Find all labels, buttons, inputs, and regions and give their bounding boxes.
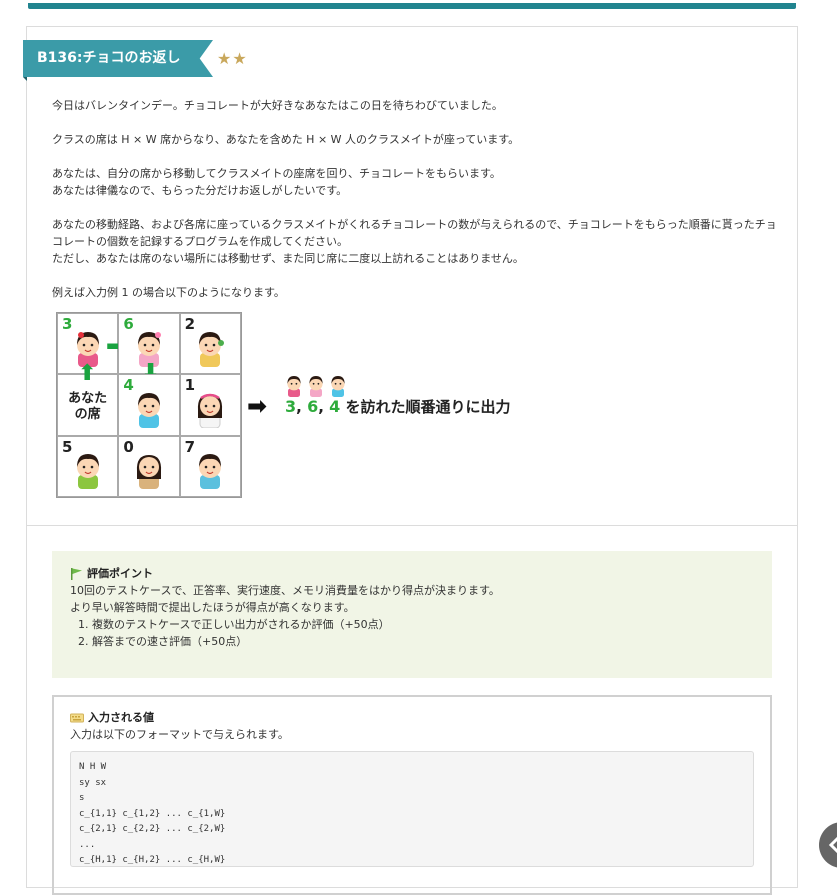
input-format-code: N H W sy sx s c_{1,1} c_{1,2} ... c_{1,W…	[70, 751, 754, 867]
girl-face-icon	[198, 393, 223, 428]
girl-face-icon	[137, 392, 160, 428]
example-result: ➡ 3, 6, 4 を訪れた順番通りに出力	[247, 370, 567, 430]
desc-line: ただし、あなたは席のない場所には移動せず、また同じ席に二度以上訪れることはありま…	[52, 252, 524, 265]
girl-face-icon	[136, 455, 162, 490]
list-item: 複数のテストケースで正しい出力がされるか評価（+50点）	[92, 616, 754, 633]
code-line: s	[79, 793, 85, 803]
girl-face-icon	[287, 376, 301, 397]
girl-face-icon	[199, 331, 225, 367]
input-format-box: 入力される値 入力は以下のフォーマットで与えられます。 N H W sy sx …	[52, 695, 772, 895]
code-line: c_{1,1} c_{1,2} ... c_{1,W}	[79, 808, 226, 819]
girl-face-icon	[309, 376, 323, 397]
code-line: ...	[79, 839, 96, 850]
seat-cell-you: ⬆ あなた の席	[57, 363, 119, 436]
arrow-right-icon: ➡	[247, 392, 268, 420]
section-divider	[27, 525, 797, 526]
problem-title: B136:チョコのお返し	[23, 40, 213, 77]
code-line: sy sx	[79, 777, 107, 788]
evaluation-list: 複数のテストケースで正しい出力がされるか評価（+50点） 解答までの速さ評価（+…	[70, 616, 754, 650]
code-line: c_{2,1} c_{2,2} ... c_{2,W}	[79, 824, 226, 834]
code-line: c_{H,1} c_{H,2} ... c_{H,W}	[79, 855, 226, 865]
flag-icon	[71, 568, 82, 580]
girl-face-icon	[331, 376, 345, 397]
your-seat-label: あなた の席	[68, 391, 108, 423]
scroll-to-top-button[interactable]	[819, 822, 837, 868]
seat-cell: 2	[179, 313, 241, 375]
seat-cell: 0	[118, 435, 180, 497]
seat-cell: 1	[179, 374, 241, 436]
desc-line: あなたは、自分の席から移動してクラスメイトの座席を回り、チョコレートをもらいます…	[52, 167, 501, 180]
evaluation-line: 10回のテストケースで、正答率、実行速度、メモリ消費量をはかり得点が決まります。	[70, 584, 500, 597]
arrow-up-icon: ⬆	[78, 361, 97, 387]
seat-cell: 6 ⬇	[118, 313, 180, 384]
input-heading: 入力される値	[70, 709, 754, 726]
seat-cell: 4	[118, 374, 180, 436]
ribbon-fold	[23, 77, 27, 81]
seat-cell: 5	[57, 435, 119, 497]
input-intro: 入力は以下のフォーマットで与えられます。	[70, 728, 289, 741]
top-accent-bar	[28, 3, 796, 9]
girl-face-icon	[76, 454, 99, 490]
desc-line: あなたの移動経路、および各席に座っているクラスメイトがくれるチョコレートの数が与…	[52, 218, 777, 248]
evaluation-line: より早い解答時間で提出したほうが得点が高くなります。	[70, 601, 355, 614]
evaluation-points-box: 評価ポイント 10回のテストケースで、正答率、実行速度、メモリ消費量をはかり得点…	[52, 551, 772, 678]
difficulty-stars: ★★	[217, 49, 248, 68]
girl-face-icon	[199, 454, 222, 490]
problem-description: 今日はバレンタインデー。チョコレートが大好きなあなたはこの日を待ちわびていました…	[52, 97, 782, 301]
code-line: N H W	[79, 762, 107, 772]
list-item: 解答までの速さ評価（+50点）	[92, 633, 754, 650]
desc-line: クラスの席は H × W 席からなり、あなたを含めた H × W 人のクラスメイ…	[52, 133, 520, 146]
seat-cell: 7	[179, 435, 241, 497]
desc-line: 例えば入力例 1 の場合以下のようになります。	[52, 286, 285, 299]
keyboard-icon	[70, 713, 84, 722]
example-seat-grid: 3 ➡ 6 ⬇ 2 ⬆ あなた の席 4 1 5 0 7	[56, 312, 242, 498]
problem-card: B136:チョコのお返し ★★ 今日はバレンタインデー。チョコレートが大好きなあ…	[23, 26, 798, 895]
result-text: 3, 6, 4 を訪れた順番通りに出力	[285, 397, 511, 416]
desc-line: あなたは律儀なので、もらった分だけお返しがしたいです。	[52, 184, 348, 197]
chevron-left-icon	[828, 836, 837, 854]
evaluation-heading: 評価ポイント	[70, 565, 754, 582]
desc-line: 今日はバレンタインデー。チョコレートが大好きなあなたはこの日を待ちわびていました…	[52, 99, 503, 112]
